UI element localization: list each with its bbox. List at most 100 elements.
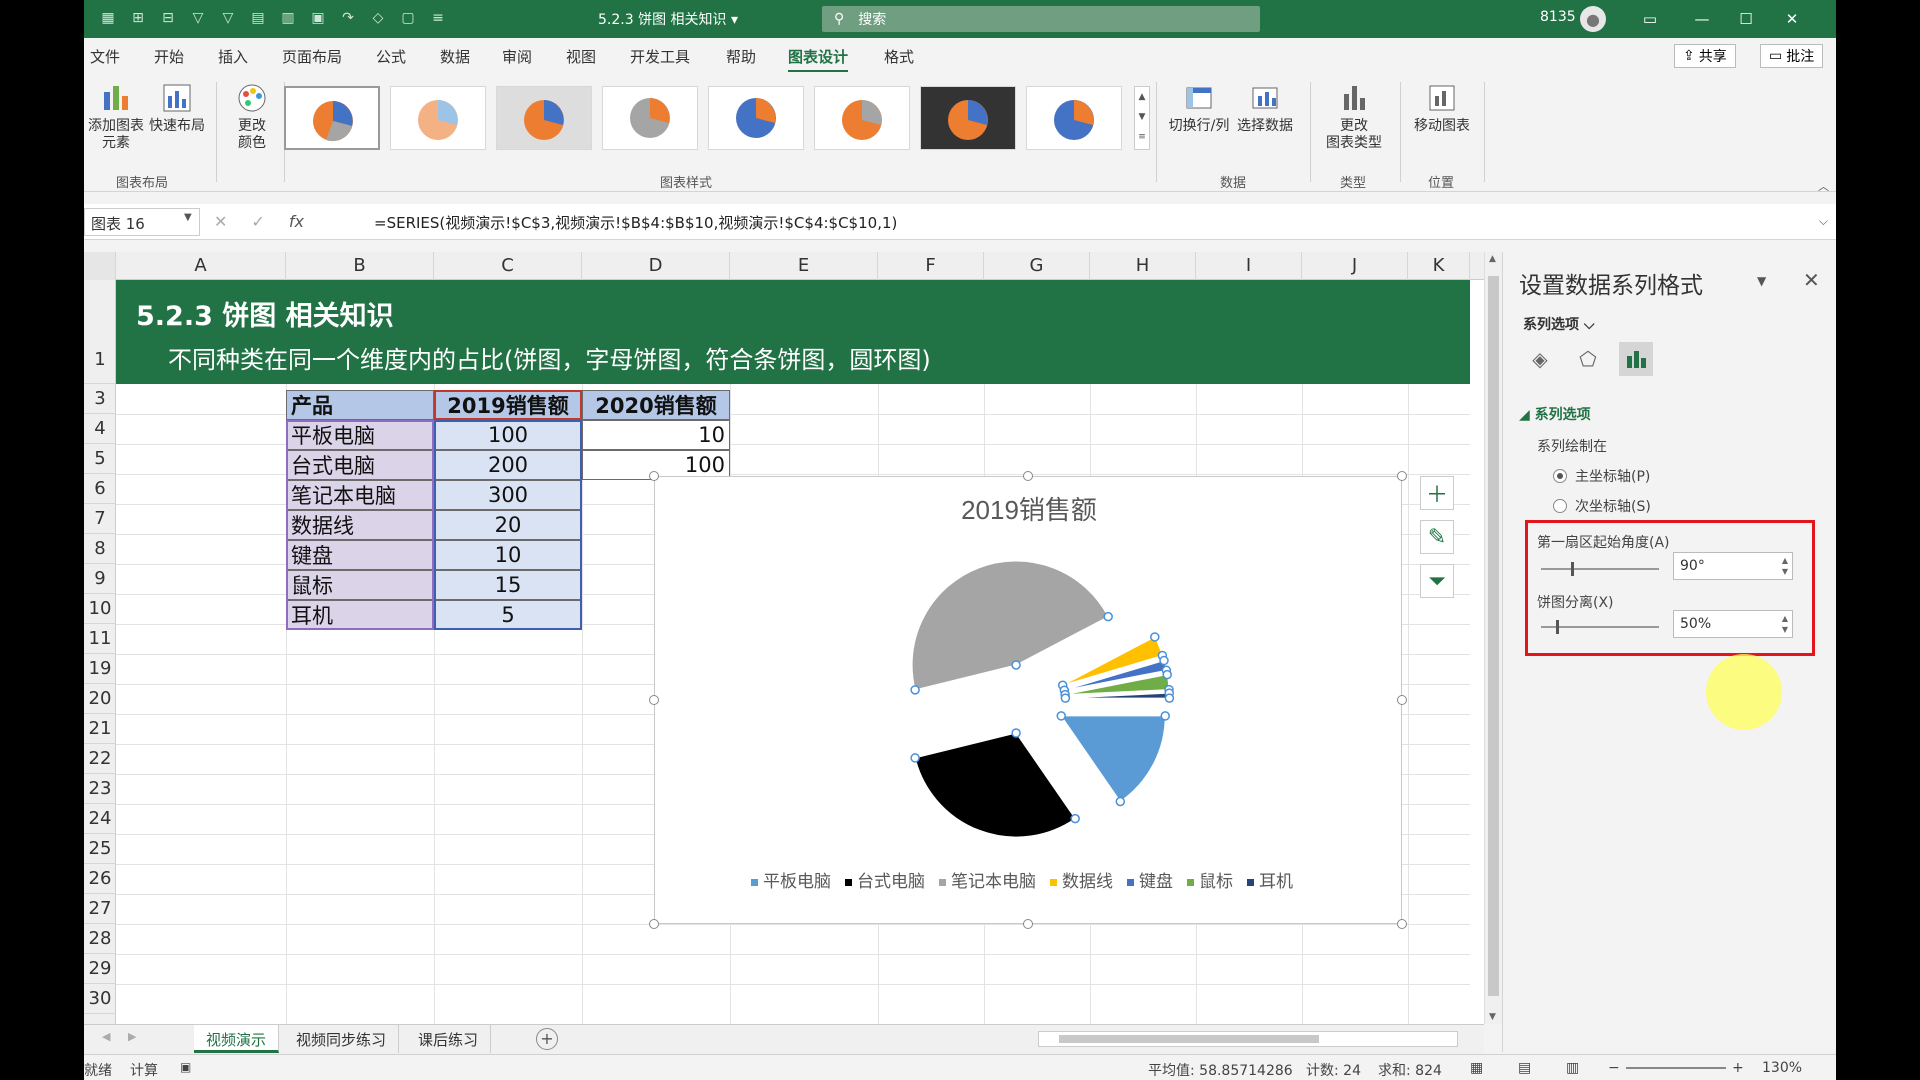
slice-selection-handle[interactable] <box>910 685 920 695</box>
table-cell-2019[interactable]: 100 <box>434 420 582 450</box>
vertical-scrollbar[interactable]: ▲ ▼ <box>1484 252 1502 1024</box>
table-cell-product[interactable]: 鼠标 <box>286 570 434 600</box>
cancel-icon[interactable]: ✕ <box>214 212 227 231</box>
table-cell-product[interactable]: 台式电脑 <box>286 450 434 480</box>
table-cell-2019[interactable]: 5 <box>434 600 582 630</box>
slice-selection-handle[interactable] <box>1011 660 1021 670</box>
name-box-arrow-icon[interactable]: ▼ <box>184 212 192 223</box>
row-header[interactable]: 3 <box>84 384 116 414</box>
table-icon[interactable]: ⊟ <box>158 8 178 28</box>
column-header[interactable]: H <box>1090 252 1196 280</box>
change-colors-button[interactable]: 更改 颜色 <box>224 82 280 152</box>
row-header[interactable]: 27 <box>84 894 116 924</box>
slice-selection-handle[interactable] <box>1159 655 1169 666</box>
tab-home[interactable]: 开始 <box>154 46 184 67</box>
table-cell-product[interactable]: 数据线 <box>286 510 434 540</box>
add-chart-element-button[interactable]: 添加图表 元素 <box>84 82 148 152</box>
row-header[interactable]: 8 <box>84 534 116 564</box>
page-layout-view-icon[interactable]: ▤ <box>1518 1060 1531 1076</box>
tab-chart-design[interactable]: 图表设计 <box>788 46 849 72</box>
row-header[interactable]: 4 <box>84 414 116 444</box>
chart-elements-button[interactable]: ＋ <box>1420 476 1454 510</box>
customize-icon[interactable]: ≡ <box>428 8 448 28</box>
page-break-view-icon[interactable]: ▥ <box>1566 1060 1579 1076</box>
pie-slice[interactable] <box>911 560 1109 691</box>
row-header[interactable]: 5 <box>84 444 116 474</box>
slice-selection-handle[interactable] <box>1103 611 1113 622</box>
column-header[interactable]: G <box>984 252 1090 280</box>
column-header[interactable]: E <box>730 252 878 280</box>
slice-selection-handle[interactable] <box>1164 693 1175 703</box>
table-cell-2019[interactable]: 15 <box>434 570 582 600</box>
table-header-cell[interactable]: 产品 <box>286 390 434 420</box>
row-header[interactable]: 23 <box>84 774 116 804</box>
secondary-axis-option[interactable]: 次坐标轴(S) <box>1553 496 1651 516</box>
column-header[interactable]: C <box>434 252 582 280</box>
slice-selection-handle[interactable] <box>1060 693 1071 703</box>
search-box[interactable]: ⚲ 搜索 <box>822 6 1260 32</box>
row-header[interactable]: 10 <box>84 594 116 624</box>
pie-chart[interactable]: 2019销售额 平板电脑 台式电脑 笔记本电脑 数据线 键盘 鼠标 耳机 <box>649 471 1407 929</box>
expand-formula-icon[interactable]: ⌵ <box>1819 214 1828 229</box>
pane-options-dropdown-icon[interactable]: ▼ <box>1757 274 1766 288</box>
restore-button[interactable]: ☐ <box>1732 6 1760 32</box>
table-cell-2019[interactable]: 200 <box>434 450 582 480</box>
redo-icon[interactable]: ↷ <box>338 8 358 28</box>
chart-style-7[interactable] <box>920 86 1016 150</box>
column-header[interactable]: K <box>1408 252 1470 280</box>
table-cell-product[interactable]: 耳机 <box>286 600 434 630</box>
tab-view[interactable]: 视图 <box>566 46 596 67</box>
chart-style-4[interactable] <box>602 86 698 150</box>
fill-line-icon[interactable]: ◈ <box>1523 342 1557 376</box>
chart-style-3[interactable] <box>496 86 592 150</box>
scroll-up-icon[interactable]: ▲ <box>1489 254 1496 264</box>
tab-file[interactable]: 文件 <box>90 46 120 67</box>
legend-entry[interactable]: 平板电脑 <box>763 872 831 891</box>
row-header[interactable]: 30 <box>84 984 116 1014</box>
slice-selection-handle[interactable] <box>1056 711 1066 721</box>
slice-selection-handle[interactable] <box>1011 728 1021 738</box>
horizontal-scrollbar[interactable] <box>1038 1031 1458 1047</box>
row-header[interactable]: 28 <box>84 924 116 954</box>
legend-entry[interactable]: 笔记本电脑 <box>951 872 1036 891</box>
gallery-scroll[interactable]: ▲ ▼ ≡ <box>1134 86 1150 150</box>
row-header[interactable]: 9 <box>84 564 116 594</box>
row-header[interactable]: 29 <box>84 954 116 984</box>
tab-page-layout[interactable]: 页面布局 <box>282 46 342 67</box>
chart-style-1[interactable] <box>284 86 380 150</box>
name-box[interactable]: 图表 16 <box>84 208 200 236</box>
chart-style-8[interactable] <box>1026 86 1122 150</box>
table-cell-2020[interactable]: 10 <box>582 420 730 450</box>
column-header[interactable]: D <box>582 252 730 280</box>
sheet-tab[interactable]: 视频同步练习 <box>284 1025 400 1053</box>
row-header[interactable]: 6 <box>84 474 116 504</box>
chart-style-2[interactable] <box>390 86 486 150</box>
freeze-icon[interactable]: ▥ <box>278 8 298 28</box>
slice-selection-handle[interactable] <box>1070 813 1080 824</box>
chart-style-5[interactable] <box>708 86 804 150</box>
scroll-thumb[interactable] <box>1059 1035 1319 1043</box>
secondary-axis-radio[interactable] <box>1553 499 1567 513</box>
column-header[interactable]: B <box>286 252 434 280</box>
fx-icon[interactable]: fx <box>289 212 304 231</box>
series-options-icon[interactable] <box>1619 342 1653 376</box>
legend-entry[interactable]: 台式电脑 <box>857 872 925 891</box>
tab-insert[interactable]: 插入 <box>218 46 248 67</box>
column-header[interactable]: I <box>1196 252 1302 280</box>
sheet-tab[interactable]: 课后练习 <box>406 1025 492 1053</box>
scroll-thumb[interactable] <box>1488 276 1499 996</box>
table-header-cell[interactable]: 2020销售额 <box>582 390 730 420</box>
primary-axis-option[interactable]: 主坐标轴(P) <box>1553 466 1650 486</box>
zoom-slider[interactable] <box>1626 1067 1726 1069</box>
select-data-button[interactable]: 选择数据 <box>1234 82 1296 135</box>
sheet-tab[interactable]: 视频演示 <box>194 1025 280 1053</box>
comment-button[interactable]: ▭ 批注 <box>1760 44 1824 68</box>
tab-format[interactable]: 格式 <box>884 46 914 67</box>
gallery-more-icon[interactable]: ≡ <box>1135 127 1149 147</box>
gallery-down-icon[interactable]: ▼ <box>1135 107 1149 127</box>
tab-developer[interactable]: 开发工具 <box>630 46 690 67</box>
quick-layout-button[interactable]: 快速布局 <box>146 82 208 135</box>
pie-slice[interactable] <box>914 732 1076 838</box>
tab-help[interactable]: 帮助 <box>726 46 756 67</box>
legend-entry[interactable]: 数据线 <box>1062 872 1113 891</box>
